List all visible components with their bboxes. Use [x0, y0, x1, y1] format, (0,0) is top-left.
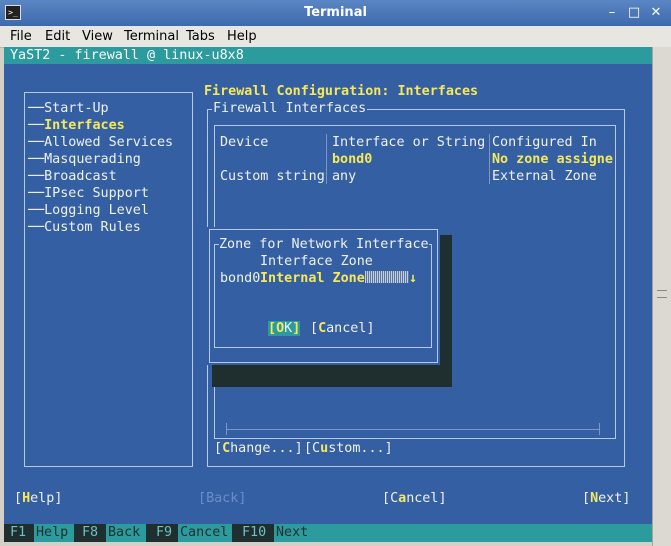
combobox-fill: [364, 271, 409, 283]
next-button[interactable]: [Next]: [582, 490, 630, 507]
interfaces-frame-title: Firewall Interfaces: [212, 100, 368, 117]
fkey-f9[interactable]: F9: [156, 524, 172, 542]
help-button[interactable]: [Help]: [14, 490, 62, 507]
yast-header: YaST2 - firewall @ linux-u8x8: [10, 48, 244, 63]
menu-file[interactable]: File: [10, 29, 32, 44]
interface-zone-label: Interface Zone: [260, 254, 373, 269]
table-cell-configured-in[interactable]: No zone assigne: [492, 151, 613, 168]
cancel-button[interactable]: [Cancel]: [382, 490, 447, 507]
fkey-f8-label[interactable]: Back: [106, 524, 146, 542]
menu-help[interactable]: Help: [227, 29, 257, 44]
nav-item-ipsec-support[interactable]: ──IPsec Support: [28, 185, 149, 202]
nav-item-custom-rules[interactable]: ──Custom Rules: [28, 219, 141, 236]
table-header-interface[interactable]: Interface or String: [332, 134, 485, 151]
nav-item-allowed-services[interactable]: ──Allowed Services: [28, 134, 173, 151]
nav-item-broadcast[interactable]: ──Broadcast: [28, 168, 117, 185]
close-icon[interactable]: ✕: [648, 5, 664, 21]
column-divider: [489, 134, 490, 184]
window-titlebar[interactable]: >_ Terminal – □ ✕: [0, 0, 671, 26]
yast-header-bar: YaST2 - firewall @ linux-u8x8: [4, 47, 652, 64]
fkey-f10-label[interactable]: Next: [274, 524, 652, 542]
menu-terminal[interactable]: Terminal: [124, 29, 179, 44]
nav-item-start-up[interactable]: ──Start-Up: [28, 100, 109, 117]
back-button: [Back]: [198, 491, 247, 506]
table-hscroll-track[interactable]: [226, 429, 600, 430]
maximize-icon[interactable]: □: [626, 5, 642, 21]
ok-label: K: [284, 321, 293, 336]
menu-tabs[interactable]: Tabs: [186, 29, 215, 44]
fkey-f10[interactable]: F10: [242, 524, 266, 542]
table-cell-interface[interactable]: bond0: [332, 151, 372, 168]
nav-item-masquerading[interactable]: ──Masquerading: [28, 151, 141, 168]
fkey-f9-label[interactable]: Cancel: [178, 524, 232, 542]
custom-button[interactable]: [Custom...]: [304, 440, 393, 457]
function-key-bar: F1 Help F8 Back F9 Cancel F10 Next: [4, 524, 652, 542]
scrollbar-grip-icon[interactable]: [657, 290, 667, 298]
zone-combobox-value: Internal Zone: [260, 271, 365, 286]
cancel-dialog-button[interactable]: [Cancel]: [310, 320, 375, 337]
nav-item-logging-level[interactable]: ──Logging Level: [28, 202, 149, 219]
dropdown-arrow-icon[interactable]: ↓: [409, 271, 417, 286]
table-header-device[interactable]: Device: [220, 134, 268, 151]
dialog-device: bond0: [220, 271, 261, 286]
table-cell-device[interactable]: Custom string: [220, 168, 325, 185]
window-title: Terminal: [304, 5, 367, 20]
zone-combobox[interactable]: Internal Zone ↓: [260, 270, 417, 287]
change-button[interactable]: [Change...]: [214, 440, 303, 457]
fkey-f8[interactable]: F8: [82, 524, 98, 542]
fkey-f1-label[interactable]: Help: [34, 524, 74, 542]
table-hscroll-left: [226, 423, 227, 435]
nav-item-interfaces[interactable]: ──Interfaces: [28, 117, 125, 134]
minimize-icon[interactable]: –: [604, 5, 620, 21]
table-header-configured-in[interactable]: Configured In: [492, 134, 597, 151]
table-cell-interface[interactable]: any: [332, 168, 356, 185]
menu-bar: File Edit View Terminal Tabs Help: [0, 26, 671, 48]
terminal-scrollbar[interactable]: [652, 47, 671, 546]
table-cell-configured-in[interactable]: External Zone: [492, 168, 597, 185]
dialog-title: Zone for Network Interface: [219, 236, 429, 253]
menu-view[interactable]: View: [82, 29, 113, 44]
fkey-f1[interactable]: F1: [10, 524, 26, 542]
menu-edit[interactable]: Edit: [45, 29, 70, 44]
page-title: Firewall Configuration: Interfaces: [204, 84, 479, 99]
ok-button[interactable]: [OK]: [268, 320, 301, 337]
table-hscroll-right: [599, 423, 600, 435]
terminal-screen[interactable]: YaST2 - firewall @ linux-u8x8 Firewall C…: [4, 47, 652, 542]
column-divider: [326, 134, 327, 184]
